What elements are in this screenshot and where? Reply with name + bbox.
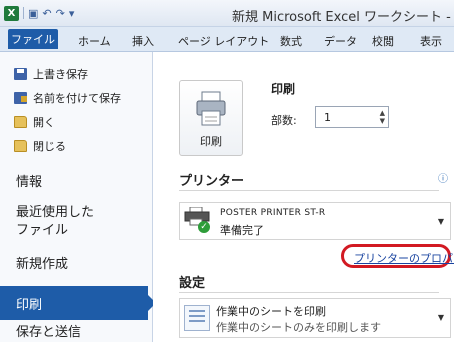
nav-save-as[interactable]: 名前を付けて保存 — [14, 90, 121, 106]
printer-status: 準備完了 — [220, 224, 264, 237]
nav-save[interactable]: 上書き保存 — [14, 66, 88, 82]
sheet-icon — [184, 305, 210, 331]
save-as-icon — [14, 92, 27, 104]
printer-dropdown[interactable]: ✓ POSTER PRINTER ST-R 準備完了 ▼ — [179, 202, 451, 240]
save-icon[interactable]: ▣ — [28, 7, 38, 20]
tab-page-layout[interactable]: ページ レイアウト — [178, 33, 269, 49]
print-heading: 印刷 — [271, 82, 296, 96]
nav-recent[interactable]: 最近使用した ファイル — [16, 204, 94, 240]
chevron-down-icon: ▼ — [437, 217, 444, 226]
customize-qat-icon[interactable]: ▾ — [69, 7, 75, 20]
window-title: 新規 Microsoft Excel ワークシート - — [232, 10, 451, 25]
backstage-nav: 上書き保存 名前を付けて保存 開く 閉じる 情報 最近使用した ファイル 新規作… — [0, 52, 156, 342]
info-icon[interactable]: ⓘ — [438, 170, 448, 185]
redo-icon[interactable]: ↷ — [56, 7, 65, 20]
quick-access-toolbar: X ▣ ↶ ↷ ▾ — [4, 5, 74, 21]
tab-insert[interactable]: 挿入 — [132, 33, 154, 49]
print-pane: 印刷 印刷 部数: 1 ▲ ▼ プリンター ⓘ ✓ POSTER PRINTER … — [153, 52, 454, 342]
ready-check-icon: ✓ — [198, 221, 210, 233]
print-button-label: 印刷 — [200, 135, 222, 148]
excel-app-icon[interactable]: X — [4, 5, 19, 21]
qat-separator — [23, 7, 24, 19]
nav-print-label: 印刷 — [16, 298, 43, 313]
printer-properties-highlight: プリンターのプロパティ — [341, 244, 454, 268]
title-bar: X ▣ ↶ ↷ ▾ 新規 Microsoft Excel ワークシート - — [0, 0, 454, 27]
settings-section-title: 設定 — [179, 276, 206, 291]
spin-buttons[interactable]: ▲ ▼ — [380, 109, 385, 125]
tab-data[interactable]: データ — [324, 33, 357, 49]
printer-section-title: プリンター — [179, 174, 245, 189]
tab-view[interactable]: 表示 — [420, 33, 442, 49]
copies-label: 部数: — [271, 114, 297, 127]
tab-file[interactable]: ファイル — [8, 29, 58, 49]
tab-review[interactable]: 校閲 — [372, 33, 394, 49]
tab-formulas[interactable]: 数式 — [280, 33, 302, 49]
print-what-value: 作業中のシートを印刷 — [216, 305, 326, 318]
copies-stepper[interactable]: 1 ▲ ▼ — [315, 106, 389, 128]
nav-info[interactable]: 情報 — [16, 174, 42, 192]
print-button[interactable]: 印刷 — [179, 80, 243, 156]
nav-save-send[interactable]: 保存と送信 — [16, 324, 81, 342]
save-icon — [14, 68, 27, 80]
nav-print[interactable]: 印刷 — [0, 286, 156, 320]
nav-save-label: 上書き保存 — [33, 68, 88, 81]
print-what-description: 作業中のシートのみを印刷します — [216, 321, 381, 334]
printer-name: POSTER PRINTER ST-R — [220, 208, 326, 218]
nav-close-label: 閉じる — [33, 140, 66, 153]
close-folder-icon — [14, 140, 27, 152]
printer-properties-link[interactable]: プリンターのプロパティ — [354, 250, 454, 266]
tab-home[interactable]: ホーム — [78, 33, 111, 49]
printer-icon — [196, 91, 226, 126]
copies-value: 1 — [324, 111, 331, 124]
print-what-dropdown[interactable]: 作業中のシートを印刷 作業中のシートのみを印刷します ▼ — [179, 298, 451, 338]
open-folder-icon — [14, 116, 27, 128]
chevron-down-icon: ▼ — [437, 313, 444, 322]
divider — [179, 292, 439, 293]
divider — [179, 190, 439, 191]
undo-icon[interactable]: ↶ — [42, 7, 51, 20]
nav-open-label: 開く — [33, 116, 55, 129]
nav-open[interactable]: 開く — [14, 114, 55, 130]
nav-new[interactable]: 新規作成 — [16, 256, 68, 274]
nav-save-as-label: 名前を付けて保存 — [33, 92, 121, 105]
ribbon-tabs: ファイル ホーム 挿入 ページ レイアウト 数式 データ 校閲 表示 — [0, 27, 454, 52]
nav-close[interactable]: 閉じる — [14, 138, 66, 154]
